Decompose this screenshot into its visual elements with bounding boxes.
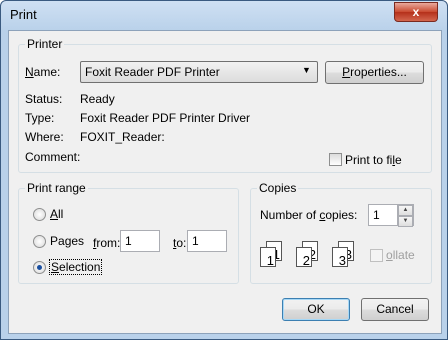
type-value: Foxit Reader PDF Printer Driver (80, 111, 251, 125)
status-value: Ready (80, 92, 115, 106)
from-value: 1 (125, 234, 132, 248)
all-radio[interactable] (33, 208, 46, 221)
print-to-file-checkbox[interactable] (329, 153, 342, 166)
collate-page-3: 3 3 (332, 241, 354, 268)
copies-input[interactable]: 1 ▲ ▼ (368, 204, 414, 227)
collate-page-1: 1 1 (260, 241, 282, 268)
close-button[interactable]: x (394, 2, 438, 22)
where-value: FOXIT_Reader: (80, 130, 165, 144)
where-label: Where: (25, 130, 64, 144)
copies-value: 1 (373, 208, 380, 222)
printer-group: Printer Name: Foxit Reader PDF Printer ▼… (18, 37, 432, 173)
chevron-down-icon: ▼ (302, 65, 311, 75)
cancel-button-label: Cancel (376, 302, 414, 316)
to-input[interactable]: 1 (187, 230, 227, 252)
title-bar: Print x (1, 1, 447, 29)
number-of-copies-label: Number of copies: (260, 208, 358, 222)
print-to-file-label[interactable]: Print to file (345, 153, 402, 167)
copies-spinner[interactable]: ▲ ▼ (397, 205, 413, 227)
from-label: from: (93, 236, 121, 250)
chevron-down-icon[interactable]: ▼ (398, 216, 413, 227)
collate-checkbox[interactable] (370, 249, 383, 262)
selection-radio[interactable] (33, 261, 46, 274)
ok-button-label: OK (307, 302, 325, 316)
from-input[interactable]: 1 (120, 230, 160, 252)
status-label: Status: (25, 92, 63, 106)
pages-label[interactable]: Pages (50, 234, 84, 248)
printer-group-label: Printer (25, 37, 65, 51)
selection-label[interactable]: Selection (49, 259, 103, 275)
collate-label[interactable]: ollate (386, 248, 415, 262)
all-label[interactable]: All (50, 207, 63, 221)
printer-name-select[interactable]: Foxit Reader PDF Printer ▼ (80, 61, 318, 83)
print-range-group: Print range All Pages from: 1 to: 1 Sele… (18, 181, 239, 284)
collate-page-2: 2 2 (296, 241, 318, 268)
name-label: Name: (25, 65, 61, 79)
to-value: 1 (192, 234, 199, 248)
printer-name-value: Foxit Reader PDF Printer (85, 65, 220, 79)
close-icon: x (412, 5, 420, 19)
comment-label: Comment: (25, 150, 81, 164)
copies-group: Copies Number of copies: 1 ▲ ▼ 1 1 2 2 3… (250, 181, 432, 284)
window-title: Print (10, 7, 37, 22)
chevron-up-icon[interactable]: ▲ (398, 205, 413, 216)
print-range-group-label: Print range (25, 181, 88, 195)
ok-button[interactable]: OK (282, 298, 350, 321)
type-label: Type: (25, 111, 55, 125)
to-label: to: (173, 236, 187, 250)
properties-button[interactable]: Properties... (325, 61, 424, 84)
pages-radio[interactable] (33, 235, 46, 248)
cancel-button[interactable]: Cancel (361, 298, 429, 321)
print-dialog: Print x Printer Name: Foxit Reader PDF P… (0, 0, 448, 340)
dialog-body: Printer Name: Foxit Reader PDF Printer ▼… (8, 30, 442, 334)
copies-group-label: Copies (257, 181, 299, 195)
